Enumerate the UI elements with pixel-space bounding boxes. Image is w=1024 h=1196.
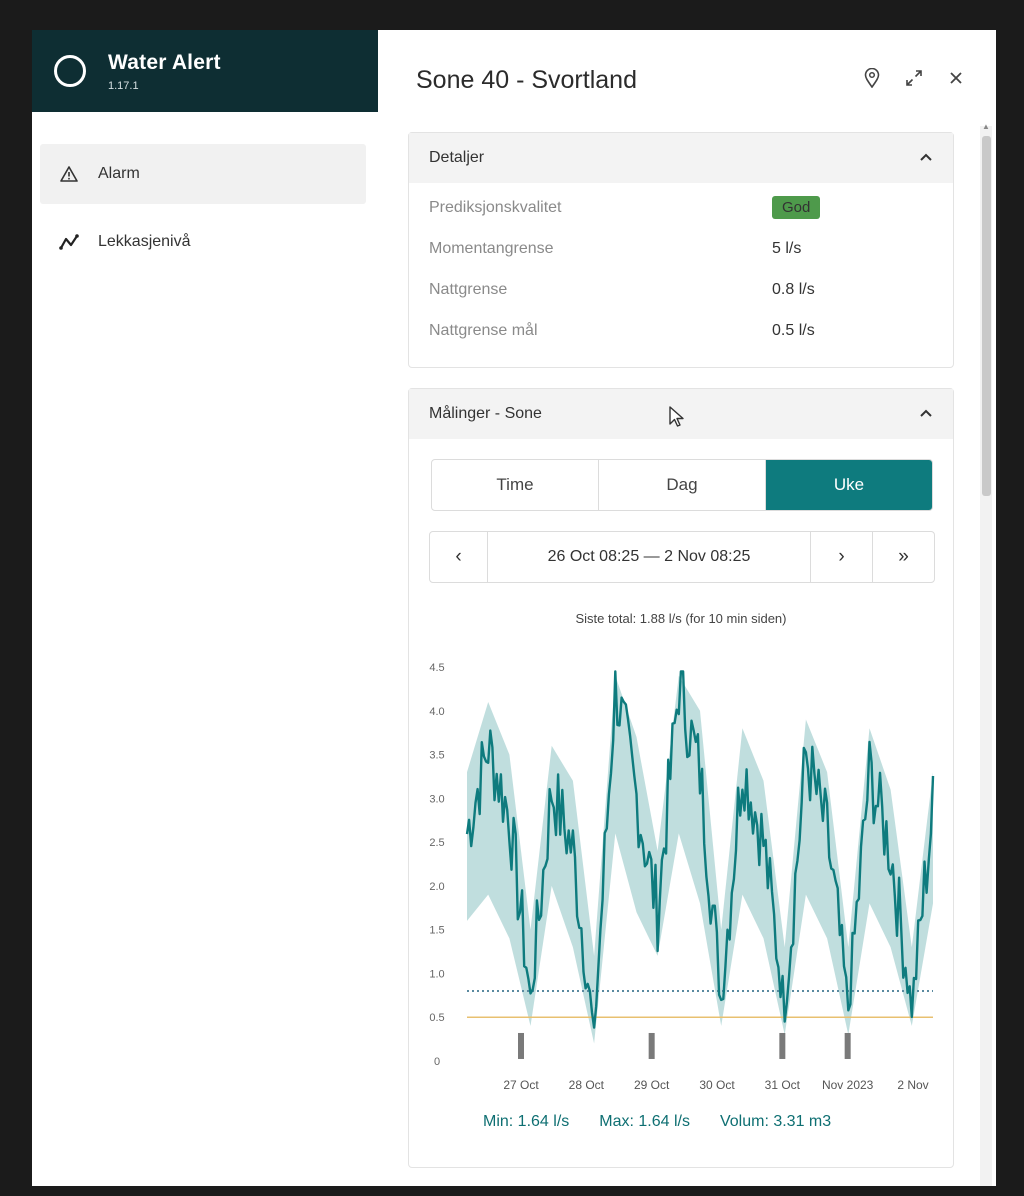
detail-label: Nattgrense	[429, 280, 508, 298]
chart-stats: Min: 1.64 l/s Max: 1.64 l/s Volum: 3.31 …	[483, 1113, 831, 1131]
x-tick-label: 30 Oct	[699, 1078, 735, 1092]
min-stat: Min: 1.64 l/s	[483, 1113, 570, 1130]
detail-label: Momentangrense	[429, 239, 554, 257]
mouse-cursor-icon	[669, 406, 684, 427]
alarm-marker	[779, 1032, 786, 1059]
status-badge: God	[772, 196, 821, 219]
detail-row: Momentangrense 5 l/s	[409, 228, 953, 269]
prediction-band	[467, 675, 933, 1044]
tab-dag[interactable]: Dag	[599, 460, 766, 510]
detail-label: Prediksjonskvalitet	[429, 198, 562, 216]
y-tick-label: 2.5	[429, 837, 444, 849]
details-header[interactable]: Detaljer	[409, 133, 953, 183]
y-tick-label: 4.0	[429, 706, 444, 718]
zone-panel: Sone 40 - Svortland ▲ Detaljer Prediksjo…	[378, 30, 996, 1186]
panel-toolbar	[862, 68, 966, 88]
next-period-button[interactable]: ›	[810, 532, 872, 582]
y-tick-label: 3.5	[429, 750, 444, 762]
y-tick-label: 1.0	[429, 968, 444, 980]
measurements-card: Målinger - Sone Time Dag Uke ‹ 26 Oct 08…	[408, 388, 954, 1168]
x-tick-label: 27 Oct	[503, 1078, 539, 1092]
sidebar: Water Alert 1.17.1 Alarm Lekkasjenivå	[32, 30, 378, 1186]
details-title: Detaljer	[429, 149, 485, 166]
volume-stat: Volum: 3.31 m3	[719, 1113, 832, 1130]
detail-value: 0.5 l/s	[772, 321, 815, 339]
app-logo-icon[interactable]	[54, 55, 86, 87]
scrollbar-thumb[interactable]	[982, 136, 991, 496]
sidebar-item-alarm[interactable]: Alarm	[40, 144, 366, 204]
sidebar-item-lekkasjeniva[interactable]: Lekkasjenivå	[32, 212, 378, 272]
tab-time[interactable]: Time	[432, 460, 599, 510]
y-tick-label: 1.5	[429, 925, 444, 937]
x-tick-label: 31 Oct	[765, 1078, 801, 1092]
detail-label: Nattgrense mål	[429, 321, 538, 339]
tab-uke[interactable]: Uke	[766, 460, 932, 510]
alarm-marker	[648, 1032, 655, 1059]
date-range-label: 26 Oct 08:25 — 2 Nov 08:25	[547, 548, 751, 565]
location-pin-icon[interactable]	[862, 68, 882, 88]
scroll-up-icon[interactable]: ▲	[982, 122, 990, 131]
y-tick-label: 0	[434, 1056, 440, 1068]
alarm-marker	[844, 1032, 851, 1059]
expand-icon[interactable]	[904, 68, 924, 88]
y-tick-label: 2.0	[429, 881, 444, 893]
date-navigator: ‹ 26 Oct 08:25 — 2 Nov 08:25 › »	[429, 531, 935, 583]
y-tick-label: 0.5	[429, 1012, 444, 1024]
chevron-up-icon[interactable]	[919, 405, 933, 423]
x-tick-label: Nov 2023	[822, 1078, 874, 1092]
period-selector: Time Dag Uke	[431, 459, 933, 511]
app-version: 1.17.1	[108, 79, 139, 92]
max-stat: Max: 1.64 l/s	[599, 1113, 690, 1130]
detail-value: 0.8 l/s	[772, 280, 815, 298]
app-title: Water Alert	[108, 50, 221, 74]
scrollbar[interactable]: ▲	[980, 122, 992, 1186]
detail-value: 5 l/s	[772, 239, 802, 257]
x-tick-label: 2 Nov	[897, 1078, 928, 1092]
sidebar-item-label: Alarm	[98, 165, 140, 182]
flow-chart[interactable]: 0 0.5 1.0 1.5 2.0 2.5 3.0 3.5 4.0 4.5 27 Oct 28 Oct…	[409, 647, 953, 1105]
chevron-up-icon[interactable]	[919, 149, 933, 167]
detail-row: Prediksjonskvalitet God	[409, 187, 953, 228]
last-total-text: Siste total: 1.88 l/s (for 10 min siden)	[575, 611, 787, 626]
details-card: Detaljer Prediksjonskvalitet God Momenta…	[408, 132, 954, 368]
trend-line-icon	[58, 234, 80, 250]
warning-triangle-icon	[58, 166, 80, 182]
measurements-title: Målinger - Sone	[429, 405, 542, 422]
x-tick-label: 29 Oct	[634, 1078, 670, 1092]
detail-row: Nattgrense 0.8 l/s	[409, 269, 953, 310]
detail-row: Nattgrense mål 0.5 l/s	[409, 310, 953, 351]
close-icon[interactable]	[946, 68, 966, 88]
details-list: Prediksjonskvalitet God Momentangrense 5…	[409, 183, 953, 351]
y-tick-label: 3.0	[429, 793, 444, 805]
y-tick-label: 4.5	[429, 662, 444, 674]
app-header: Water Alert 1.17.1	[32, 30, 378, 112]
alarm-marker	[518, 1032, 524, 1059]
page-title: Sone 40 - Svortland	[416, 65, 637, 94]
sidebar-item-label: Lekkasjenivå	[98, 233, 191, 250]
latest-period-button[interactable]: »	[872, 532, 934, 582]
app-title-block: Water Alert 1.17.1	[108, 51, 221, 92]
x-tick-label: 28 Oct	[569, 1078, 605, 1092]
prev-period-button[interactable]: ‹	[430, 532, 488, 582]
